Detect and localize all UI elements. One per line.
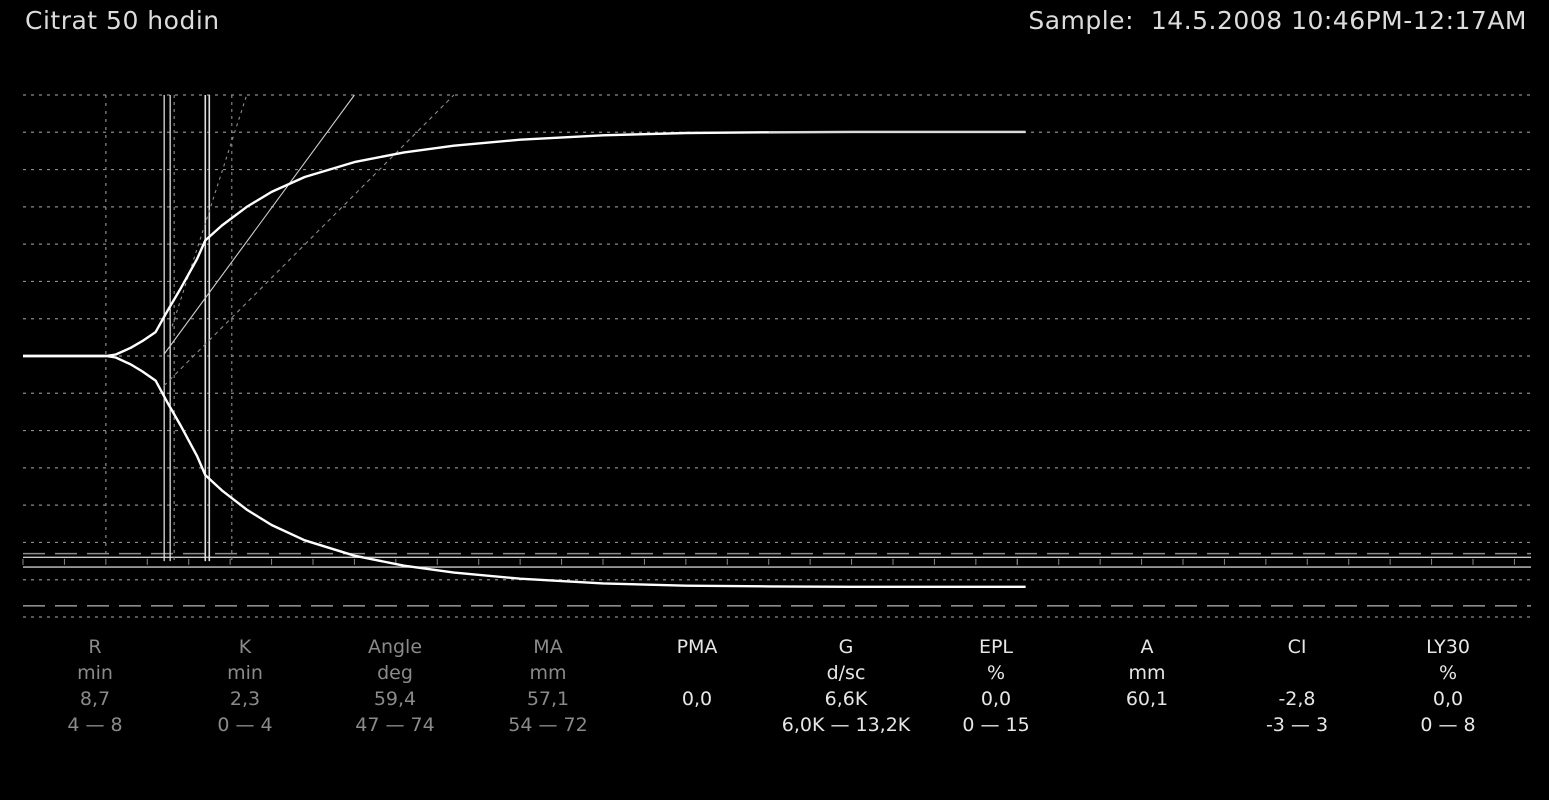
teg-trace-lower — [23, 354, 1026, 588]
param-name: LY30 — [1426, 636, 1470, 658]
parameter-table: R min 8,7 4 — 8 K min 2,3 0 — 4 Angle de… — [0, 634, 1549, 744]
param-value: 0,0 — [1432, 688, 1464, 710]
param-unit: % — [1438, 662, 1458, 684]
angle-tangent-line — [163, 94, 355, 355]
param-range: 0 — 8 — [1420, 714, 1476, 736]
param-range: 0 — 15 — [962, 714, 1030, 736]
param-range: 54 — 72 — [508, 714, 588, 736]
teg-tracing-chart — [22, 94, 1531, 618]
teg-trace-upper — [23, 130, 1026, 358]
angle-tangent-dashed — [163, 94, 455, 387]
param-ly30: LY30 % 0,0 0 — 8 — [1358, 634, 1538, 738]
